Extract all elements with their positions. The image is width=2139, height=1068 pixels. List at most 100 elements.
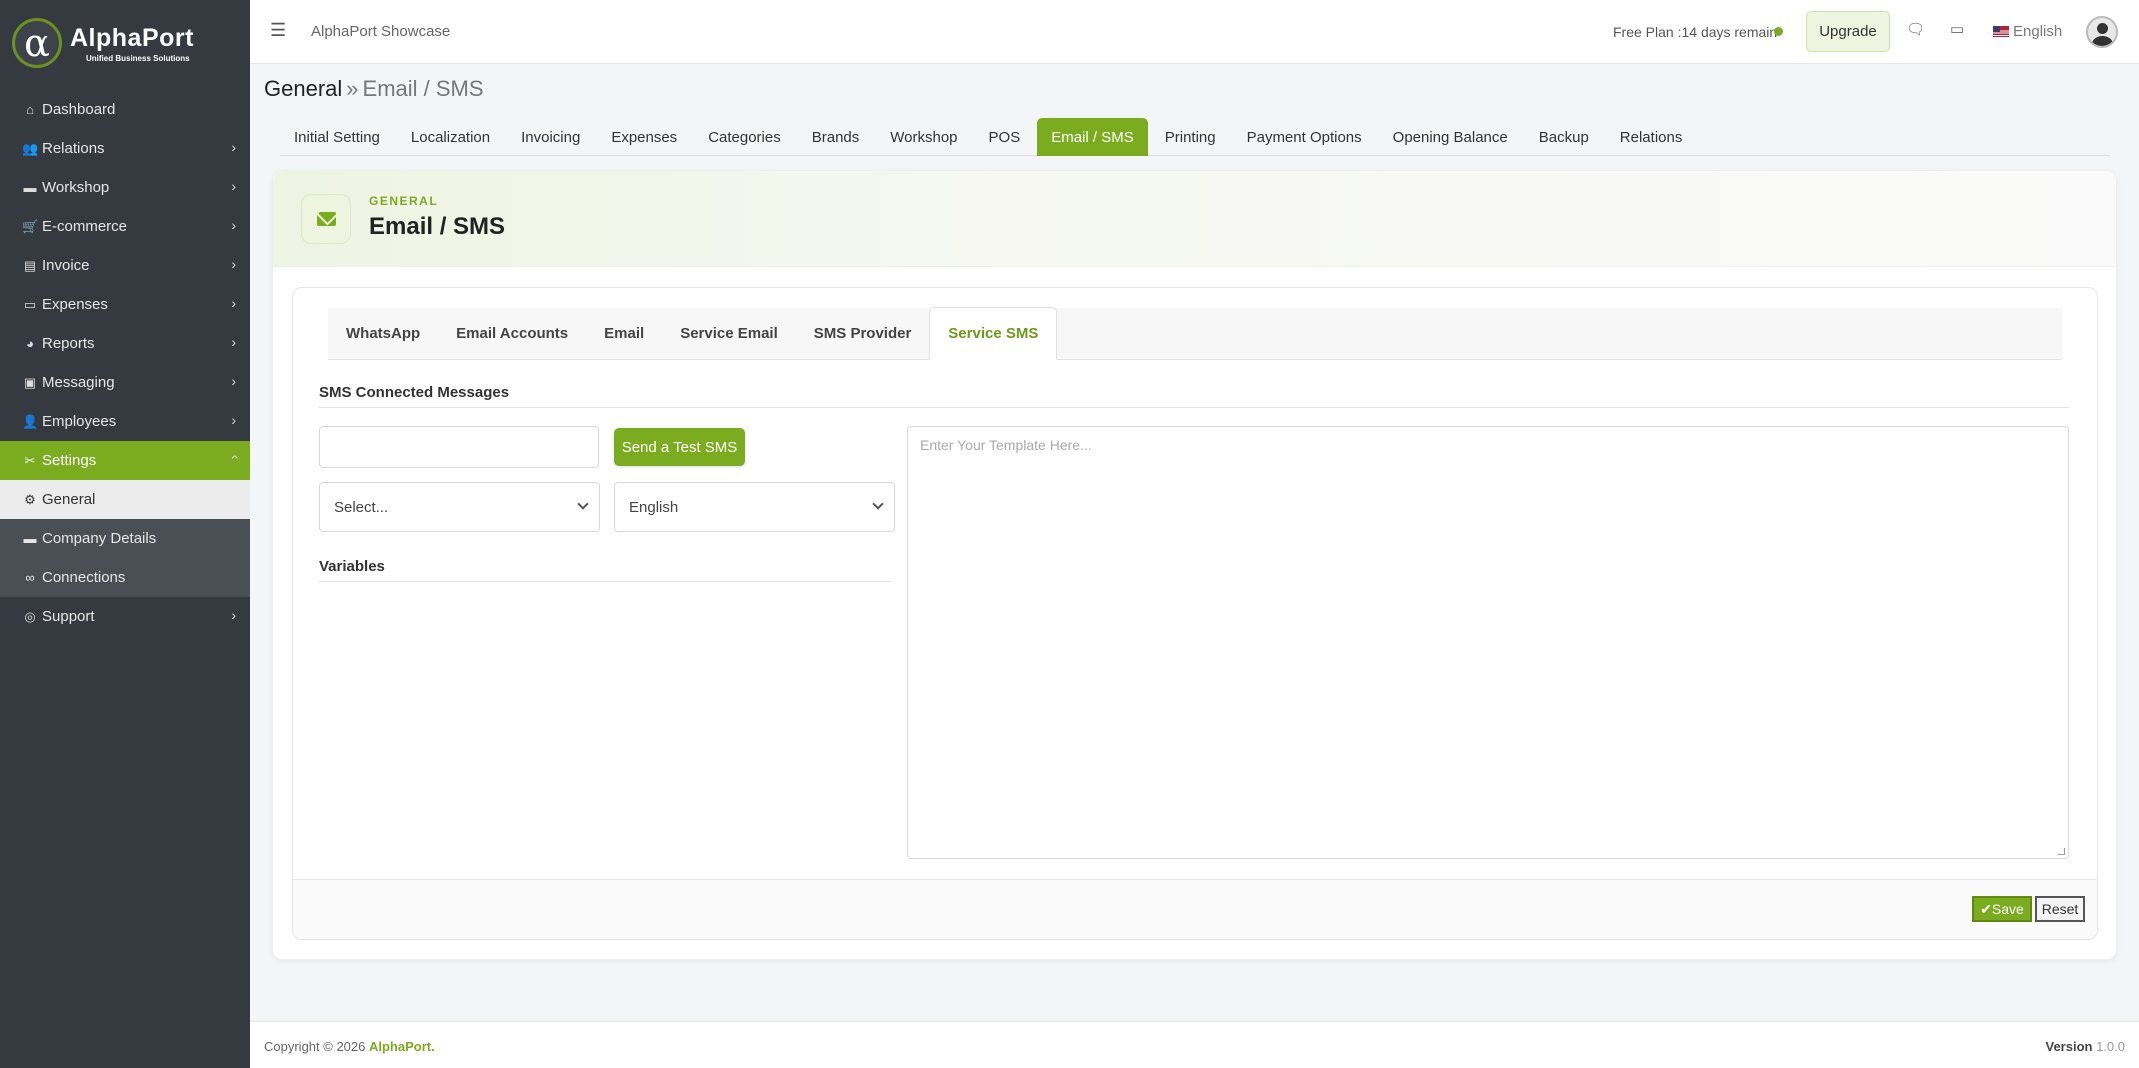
sidebar-item-messaging[interactable]: ▣ Messaging ›: [0, 363, 250, 402]
sidebar-item-invoice[interactable]: ▤ Invoice ›: [0, 246, 250, 285]
version-label: Version: [2045, 1039, 2093, 1054]
footer-brand-link[interactable]: AlphaPort.: [369, 1039, 435, 1054]
sidebar-item-dashboard[interactable]: ⌂ Dashboard: [0, 90, 250, 129]
link-icon: ∞: [25, 570, 35, 585]
sidebar-item-workshop[interactable]: ▬ Workshop ›: [0, 168, 250, 207]
chevron-right-icon: ›: [231, 607, 236, 623]
chat-icon[interactable]: 🗨: [1906, 20, 1925, 38]
tab-relations[interactable]: Relations: [1606, 118, 1697, 156]
language-selector[interactable]: English: [1993, 23, 2062, 40]
toolbox-icon: ▬: [23, 180, 37, 195]
menu-toggle-icon[interactable]: ☰: [270, 20, 286, 41]
reset-button[interactable]: Reset: [2035, 896, 2085, 922]
lifebuoy-icon: ◎: [24, 608, 36, 624]
chevron-right-icon: ›: [231, 373, 236, 389]
settings-tabs: Initial Setting Localization Invoicing E…: [280, 118, 2110, 156]
sidebar-item-settings[interactable]: ✂ Settings ›: [0, 441, 250, 480]
subtab-sms-provider[interactable]: SMS Provider: [796, 307, 930, 359]
cart-icon: 🛒: [22, 218, 39, 234]
sidebar-item-label: Relations: [42, 140, 105, 157]
sidebar-item-label: Messaging: [42, 374, 115, 391]
sidebar-item-relations[interactable]: 👥 Relations ›: [0, 129, 250, 168]
chevron-right-icon: ›: [231, 217, 236, 233]
template-language-select[interactable]: English: [614, 482, 895, 532]
subtab-email[interactable]: Email: [586, 307, 662, 359]
service-sms-panel: WhatsApp Email Accounts Email Service Em…: [292, 287, 2098, 940]
plan-status-dot: [1774, 27, 1783, 36]
tab-email-sms[interactable]: Email / SMS: [1037, 118, 1148, 156]
gear-icon: ⚙: [24, 491, 36, 507]
user-avatar[interactable]: [2086, 16, 2118, 48]
plan-status: Free Plan :14 days remain: [1613, 24, 1778, 40]
chevron-down-icon: [872, 498, 884, 510]
page-footer: Copyright © 2026 AlphaPort. Version 1.0.…: [250, 1021, 2139, 1068]
tab-backup[interactable]: Backup: [1525, 118, 1603, 156]
file-icon: ▤: [23, 257, 37, 273]
sidebar-item-expenses[interactable]: ▭ Expenses ›: [0, 285, 250, 324]
breadcrumb-parent[interactable]: General: [264, 76, 342, 101]
us-flag-icon: [1993, 26, 2009, 37]
brand-logo[interactable]: α AlphaPort Unified Business Solutions: [0, 0, 250, 86]
sidebar-subitem-connections[interactable]: ∞ Connections: [0, 558, 250, 597]
tab-initial-setting[interactable]: Initial Setting: [280, 118, 394, 156]
resize-handle-icon[interactable]: [2058, 848, 2065, 855]
tab-printing[interactable]: Printing: [1151, 118, 1230, 156]
chevron-down-icon: [577, 498, 589, 510]
money-icon: ▭: [23, 296, 37, 312]
brand-tagline: Unified Business Solutions: [86, 53, 190, 63]
tab-brands[interactable]: Brands: [798, 118, 874, 156]
subtab-email-accounts[interactable]: Email Accounts: [438, 307, 586, 359]
alpha-logo-icon: α: [12, 18, 62, 68]
sidebar-item-support[interactable]: ◎ Support ›: [0, 597, 250, 636]
user-group-icon: 👤: [22, 413, 39, 429]
copyright: Copyright © 2026 AlphaPort.: [264, 1039, 435, 1054]
envelope-icon: [301, 194, 351, 244]
tab-opening-balance[interactable]: Opening Balance: [1379, 118, 1522, 156]
tab-expenses[interactable]: Expenses: [597, 118, 691, 156]
sidebar-item-label: Settings: [42, 452, 97, 469]
sidebar-item-label: Invoice: [42, 257, 90, 274]
subtab-service-sms[interactable]: Service SMS: [929, 307, 1058, 360]
sidebar-subitem-company-details[interactable]: ▬ Company Details: [0, 519, 250, 558]
tab-invoicing[interactable]: Invoicing: [507, 118, 594, 156]
subtab-service-email[interactable]: Service Email: [662, 307, 796, 359]
app-version: Version 1.0.0: [2045, 1039, 2125, 1054]
messaging-sub-tabs: WhatsApp Email Accounts Email Service Em…: [328, 307, 2062, 360]
breadcrumb: General» Email / SMS: [264, 76, 484, 102]
brand-name: AlphaPort: [70, 23, 194, 52]
sidebar-item-label: Dashboard: [42, 101, 116, 118]
save-button[interactable]: ✔ Save: [1972, 896, 2032, 922]
test-phone-input[interactable]: [319, 426, 599, 468]
chevron-right-icon: ›: [231, 412, 236, 428]
tab-localization[interactable]: Localization: [397, 118, 504, 156]
template-placeholder: Enter Your Template Here...: [920, 437, 1092, 453]
card-title: Email / SMS: [369, 213, 506, 240]
sidebar-item-label: Expenses: [42, 296, 108, 313]
sidebar-item-reports[interactable]: ◕ Reports ›: [0, 324, 250, 363]
check-icon: ✔: [1980, 900, 1992, 917]
copyright-text: Copyright © 2026: [264, 1039, 366, 1054]
send-test-sms-button[interactable]: Send a Test SMS: [614, 428, 745, 466]
chevron-right-icon: ›: [231, 295, 236, 311]
sidebar-subitem-general[interactable]: ⚙ General: [0, 480, 250, 519]
sidebar-item-label: Reports: [42, 335, 95, 352]
subtab-whatsapp[interactable]: WhatsApp: [328, 307, 438, 359]
chevron-right-icon: ›: [231, 334, 236, 350]
chevron-right-icon: ›: [231, 139, 236, 155]
sidebar-item-employees[interactable]: 👤 Employees ›: [0, 402, 250, 441]
sidebar-item-label: Workshop: [42, 179, 110, 196]
tab-workshop[interactable]: Workshop: [876, 118, 971, 156]
sidebar: α AlphaPort Unified Business Solutions ⌂…: [0, 0, 250, 1068]
chevron-right-icon: ›: [231, 178, 236, 194]
tab-payment-options[interactable]: Payment Options: [1233, 118, 1376, 156]
sidebar-item-ecommerce[interactable]: 🛒 E-commerce ›: [0, 207, 250, 246]
template-textarea[interactable]: Enter Your Template Here...: [907, 426, 2069, 859]
cash-register-icon[interactable]: ▭: [1950, 20, 1964, 38]
tab-categories[interactable]: Categories: [694, 118, 795, 156]
message-event-select[interactable]: Select...: [319, 482, 600, 532]
sidebar-subitem-label: Company Details: [42, 530, 157, 547]
upgrade-button[interactable]: Upgrade: [1806, 11, 1890, 52]
tab-pos[interactable]: POS: [975, 118, 1035, 156]
breadcrumb-separator: »: [346, 76, 359, 101]
section-title: SMS Connected Messages: [319, 384, 2069, 408]
